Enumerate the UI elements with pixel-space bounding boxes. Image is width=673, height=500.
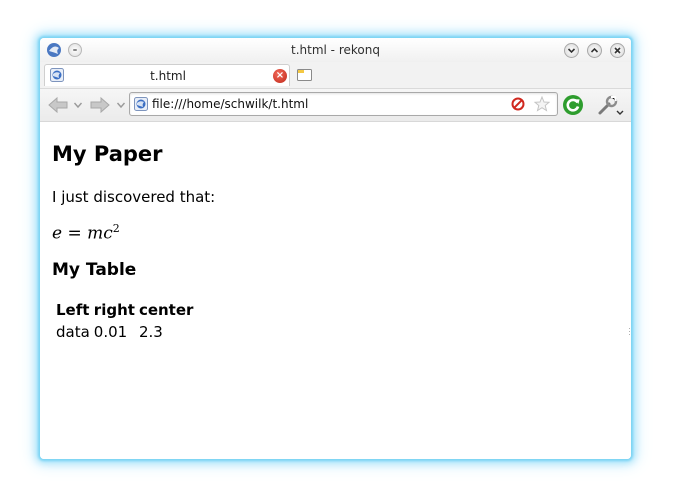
close-window-button[interactable] — [610, 43, 625, 58]
table-header-row: Left right center — [55, 300, 194, 320]
url-input[interactable]: file:///home/schwilk/t.html — [152, 93, 308, 115]
bookmark-star-icon[interactable] — [533, 95, 551, 113]
equation-lhs: e — [52, 223, 63, 244]
new-tab-icon[interactable] — [296, 67, 313, 82]
back-arrow-icon[interactable] — [48, 96, 68, 114]
tab-close-icon[interactable]: × — [273, 69, 287, 83]
page-content: My Paper I just discovered that: e = mc2… — [40, 122, 631, 459]
url-bar[interactable]: file:///home/schwilk/t.html — [129, 92, 558, 116]
tab-label: t.html — [150, 69, 186, 83]
table-heading: My Table — [52, 260, 137, 280]
page-paragraph: I just discovered that: — [52, 188, 216, 206]
forward-history-dropdown[interactable] — [116, 98, 126, 112]
globe-favicon-icon — [50, 68, 64, 82]
table-cell: 0.01 — [93, 323, 128, 341]
equation-operator: = — [67, 223, 82, 244]
equation-exponent: 2 — [112, 222, 120, 235]
page-heading: My Paper — [52, 142, 163, 166]
chevron-down-icon — [73, 102, 83, 109]
adblock-icon[interactable] — [511, 97, 525, 111]
table-row: data 0.01 2.3 — [55, 322, 194, 342]
globe-favicon-icon — [134, 97, 148, 111]
maximize-button[interactable] — [587, 43, 602, 58]
table-header-cell: Left — [56, 301, 90, 319]
equation: e = mc2 — [52, 222, 120, 244]
chevron-down-icon — [567, 48, 576, 54]
data-table: Left right center data 0.01 2.3 — [53, 298, 196, 344]
wrench-tools-icon[interactable] — [596, 93, 624, 117]
tab-bar: t.html × — [40, 62, 631, 89]
table-cell: 2.3 — [138, 323, 163, 341]
table-cell: data — [56, 323, 90, 341]
chevron-down-icon — [116, 102, 126, 109]
close-icon — [614, 47, 621, 54]
title-bar: t.html - rekonq — [40, 38, 631, 62]
reload-icon[interactable] — [562, 94, 584, 116]
equation-rhs: mc — [87, 223, 113, 244]
table-header-cell: right — [93, 301, 135, 319]
navigation-toolbar: file:///home/schwilk/t.html — [40, 89, 631, 122]
table-header-cell: center — [138, 301, 194, 319]
forward-arrow-icon[interactable] — [90, 96, 110, 114]
back-history-dropdown[interactable] — [73, 98, 83, 112]
tab-t-html[interactable]: t.html × — [44, 64, 290, 86]
browser-window: t.html - rekonq t.html × file:///home/sc… — [40, 38, 631, 459]
minimize-button[interactable] — [564, 43, 579, 58]
splitter-handle[interactable] — [628, 327, 631, 335]
window-title: t.html - rekonq — [291, 43, 380, 57]
chevron-up-icon — [590, 47, 599, 53]
